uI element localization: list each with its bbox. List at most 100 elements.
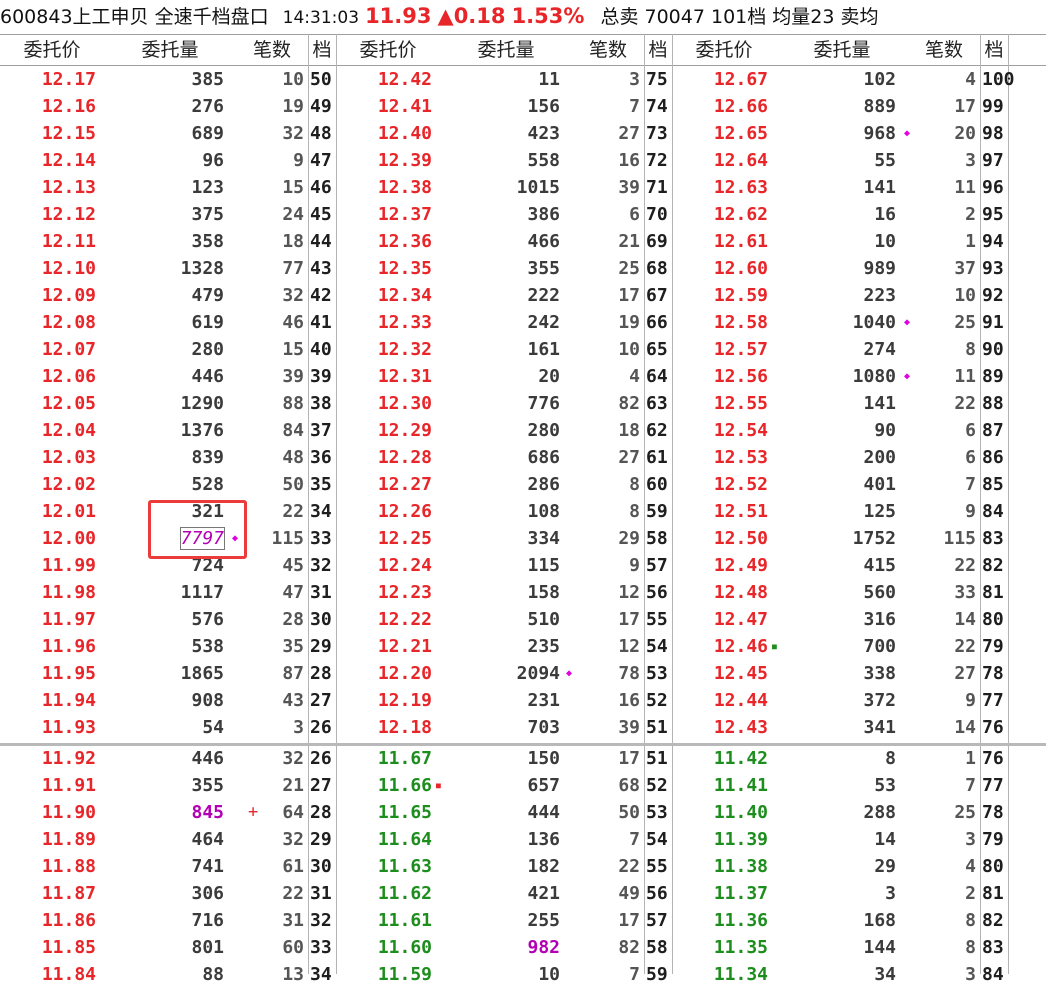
order-count-cell: 8 — [629, 474, 640, 495]
price-cell: 12.32 — [377, 339, 432, 360]
price-cell: 12.51 — [713, 501, 768, 522]
order-count-cell: 4 — [965, 856, 976, 877]
ask-row[interactable]: 12.14 96 9 47 12.39 558 16 72 12.64 55 3 97 — [0, 147, 1046, 174]
order-count-cell: 22 — [282, 501, 304, 522]
order-count-cell: 18 — [282, 231, 304, 252]
ask-row[interactable]: 11.98 1117 47 31 12.23 158 12 56 12.48 560 33 81 — [0, 579, 1046, 606]
column-header-price[interactable]: 委托价 — [694, 35, 754, 65]
ask-row[interactable]: 12.07 280 15 40 12.32 161 10 65 12.57 274 8 90 — [0, 336, 1046, 363]
column-header-qty[interactable]: 委托量 — [812, 35, 872, 65]
order-count-cell: 9 — [965, 501, 976, 522]
price-cell: 11.88 — [41, 856, 96, 877]
level-cell: 82 — [982, 555, 1004, 576]
ask-row[interactable]: 12.00 7797 ◆ 115 33 12.25 334 29 58 12.50 1752 115 8… — [0, 525, 1046, 552]
column-header-qty[interactable]: 委托量 — [476, 35, 536, 65]
ask-row[interactable]: 11.96 538 35 29 12.21 235 12 54 12.46 700 ■ 22 79 — [0, 633, 1046, 660]
ask-row[interactable]: 12.11 358 18 44 12.36 466 21 69 12.61 10 1 94 — [0, 228, 1046, 255]
price-cell: 12.64 — [713, 150, 768, 171]
level-cell: 76 — [982, 717, 1004, 738]
order-count-cell: 1 — [965, 748, 976, 769]
ask-row[interactable]: 11.94 908 43 27 12.19 231 16 52 12.44 372 9 77 — [0, 687, 1046, 714]
price-cell: 12.28 — [377, 447, 432, 468]
ask-row[interactable]: 12.08 619 46 41 12.33 242 19 66 12.58 1040 ◆ 25 91 — [0, 309, 1046, 336]
price-cell: 11.95 — [41, 663, 96, 684]
quantity-cell: 558 — [527, 150, 560, 171]
ask-row[interactable]: 11.99 724 45 32 12.24 115 9 57 12.49 415 22 82 — [0, 552, 1046, 579]
column-header-qty[interactable]: 委托量 — [140, 35, 200, 65]
quantity-cell: 141 — [863, 393, 896, 414]
bid-row[interactable]: 11.85 801 60 33 11.60 982 82 58 11.35 144 8 83 — [0, 934, 1046, 961]
level-cell: 52 — [646, 775, 668, 796]
column-header-price[interactable]: 委托价 — [22, 35, 82, 65]
level-cell: 90 — [982, 339, 1004, 360]
order-count-cell: 68 — [618, 775, 640, 796]
bid-row[interactable]: 11.90 845 +64 28 11.65 444 50 53 11.40 288 25 78 — [0, 799, 1046, 826]
order-count-cell: 88 — [282, 393, 304, 414]
price-change: ▲0.18 — [437, 4, 506, 28]
column-header-level[interactable]: 档 — [292, 35, 352, 65]
quantity-cell: 8 — [885, 748, 896, 769]
ask-row[interactable]: 12.17 385 10 50 12.42 11 3 75 12.67 102 4 100 — [0, 66, 1046, 93]
ask-row[interactable]: 11.95 1865 87 28 12.20 2094 ◆ 78 53 12.45 338 27 78 — [0, 660, 1046, 687]
column-header-price[interactable]: 委托价 — [358, 35, 418, 65]
quantity-cell: 223 — [863, 285, 896, 306]
order-count-cell: 17 — [618, 285, 640, 306]
level-cell: 79 — [982, 829, 1004, 850]
price-cell: 11.42 — [713, 748, 768, 769]
ask-row[interactable]: 11.97 576 28 30 12.22 510 17 55 12.47 316 14 80 — [0, 606, 1046, 633]
quantity-cell: 1117 — [180, 582, 224, 603]
ask-row[interactable]: 12.12 375 24 45 12.37 386 6 70 12.62 16 2 95 — [0, 201, 1046, 228]
order-count-cell: 9 — [965, 690, 976, 711]
price-cell: 12.22 — [377, 609, 432, 630]
level-cell: 49 — [310, 96, 332, 117]
order-count-cell: 2 — [965, 204, 976, 225]
bid-row[interactable]: 11.86 716 31 32 11.61 255 17 57 11.36 168 8 82 — [0, 907, 1046, 934]
order-count-cell: 10 — [954, 285, 976, 306]
bid-row[interactable]: 11.87 306 22 31 11.62 421 49 56 11.37 3 2 81 — [0, 880, 1046, 907]
level-cell: 84 — [982, 501, 1004, 522]
quantity-cell: 54 — [202, 717, 224, 738]
order-count-cell: 15 — [282, 339, 304, 360]
quantity-cell: 686 — [527, 447, 560, 468]
level-cell: 27 — [310, 775, 332, 796]
quantity-boxed: 7797 — [179, 527, 226, 550]
ask-row[interactable]: 12.09 479 32 42 12.34 222 17 67 12.59 223 10 92 — [0, 282, 1046, 309]
price-cell: 12.62 — [713, 204, 768, 225]
ask-row[interactable]: 12.13 123 15 46 12.38 1015 39 71 12.63 141 11 96 — [0, 174, 1046, 201]
price-cell: 12.66 — [713, 96, 768, 117]
bid-row[interactable]: 11.89 464 32 29 11.64 136 7 54 11.39 14 3 79 — [0, 826, 1046, 853]
level-cell: 58 — [646, 528, 668, 549]
ask-row[interactable]: 12.10 1328 77 43 12.35 355 25 68 12.60 989 37 93 — [0, 255, 1046, 282]
order-count-cell: 8 — [965, 910, 976, 931]
order-count-cell: 4 — [629, 366, 640, 387]
bid-row[interactable]: 11.91 355 21 27 11.66 657 ■ 68 52 11.41 53 7 77 — [0, 772, 1046, 799]
quantity-cell: 150 — [527, 748, 560, 769]
quantity-cell: 386 — [527, 204, 560, 225]
column-header-level[interactable]: 档 — [628, 35, 688, 65]
price-cell: 12.12 — [41, 204, 96, 225]
price-cell: 12.11 — [41, 231, 96, 252]
stock-name: 上工申贝 — [72, 6, 149, 28]
ask-row[interactable]: 12.16 276 19 49 12.41 156 7 74 12.66 889 17 99 — [0, 93, 1046, 120]
level-cell: 44 — [310, 231, 332, 252]
ask-row[interactable]: 12.04 1376 84 37 12.29 280 18 62 12.54 90 6 87 — [0, 417, 1046, 444]
level-cell: 48 — [310, 123, 332, 144]
quantity-cell: 53 — [874, 775, 896, 796]
order-count-cell: 25 — [954, 802, 976, 823]
ask-row[interactable]: 12.05 1290 88 38 12.30 776 82 63 12.55 141 22 88 — [0, 390, 1046, 417]
ask-row[interactable]: 12.02 528 50 35 12.27 286 8 60 12.52 401 7 85 — [0, 471, 1046, 498]
ask-row[interactable]: 12.01 321 22 34 12.26 108 8 59 12.51 125 9 84 — [0, 498, 1046, 525]
level-cell: 85 — [982, 474, 1004, 495]
order-count-cell: 46 — [282, 312, 304, 333]
quantity-cell: 989 — [863, 258, 896, 279]
ask-row[interactable]: 12.15 689 32 48 12.40 423 27 73 12.65 968 ◆ 20 98 — [0, 120, 1046, 147]
ask-row[interactable]: 12.03 839 48 36 12.28 686 27 61 12.53 200 6 86 — [0, 444, 1046, 471]
level-cell: 73 — [646, 123, 668, 144]
bid-row[interactable]: 11.92 446 32 26 11.67 150 17 51 11.42 8 1 76 — [0, 745, 1046, 772]
order-count-cell: 24 — [282, 204, 304, 225]
bid-row[interactable]: 11.88 741 61 30 11.63 182 22 55 11.38 29 4 80 — [0, 853, 1046, 880]
price-cell: 11.87 — [41, 883, 96, 904]
column-header-level[interactable]: 档 — [964, 35, 1024, 65]
ask-row[interactable]: 11.93 54 3 26 12.18 703 39 51 12.43 341 14 76 — [0, 714, 1046, 741]
ask-row[interactable]: 12.06 446 39 39 12.31 20 4 64 12.56 1080 ◆ 11 89 — [0, 363, 1046, 390]
